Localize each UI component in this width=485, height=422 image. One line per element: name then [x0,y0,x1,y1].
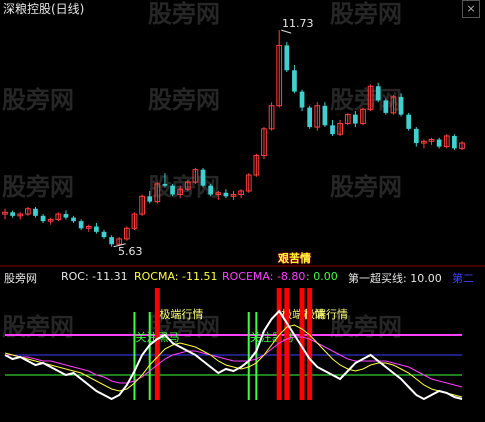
rocema-line [5,336,463,388]
close-icon[interactable]: × [462,0,480,18]
candle-body [94,226,99,232]
candle-body [322,105,328,126]
watermark: 股旁网 [2,313,74,341]
candle-body [383,100,389,113]
candle-body [78,221,84,229]
candle-body [200,169,206,186]
candle-body [398,96,404,115]
rocema-value: ROCEMA: -8.80 [222,270,306,283]
candle-body [307,107,313,128]
candle-body [109,237,114,245]
window-title: 深粮控股(日线) [3,2,85,16]
stock-chart: 股旁网股旁网股旁网股旁网股旁网股旁网股旁网股旁网股旁网股旁网股旁网 关注黑马极端… [0,0,485,401]
candle-body [147,196,153,202]
watermark: 股旁网 [330,173,402,201]
signal-bar-red [307,288,313,400]
signal-bar-green [255,312,258,400]
signal-label: 极端行情 [159,307,203,321]
candle-body [162,183,168,186]
candle-body [223,192,229,197]
candle-body [436,139,442,147]
rocma-value: ROCMA: -11.51 [134,270,218,283]
candle-body [208,185,214,195]
watermark: 股旁网 [148,86,220,114]
candle-body [40,215,46,222]
candle-body [353,114,358,124]
candle-body [330,125,335,135]
signal-bar-green [133,312,136,400]
candle-body [413,128,419,144]
low-price-label: 5.63 [118,245,143,258]
signal-bar-green [247,312,250,400]
signal-bar-red [284,288,290,400]
watermark: 股旁网 [2,86,74,114]
candle-body [452,135,457,149]
candle-body [33,208,38,216]
first-overbought-value: 第一超买线: 10.00 [348,272,442,285]
ref-value: : 0.00 [306,270,338,283]
candle-body [299,91,305,108]
watermark: 股旁网 [330,0,402,28]
high-price-label: 11.73 [282,17,314,30]
candle-body [406,114,412,129]
signal-bar-red [154,288,160,400]
signal-marker-label: 艰苦情 [278,252,311,265]
candle-body [375,86,381,101]
watermark: 股旁网 [148,0,220,28]
candle-body [292,70,297,92]
candle-body [170,185,175,195]
second-overbought-label: 第二 [452,272,474,285]
candle-body [71,217,76,222]
indicator-name: 股旁网 [4,272,37,285]
watermark: 股旁网 [2,173,74,201]
candle-body [101,231,107,238]
candle-body [10,212,15,216]
roc-value: ROC: -11.31 [61,270,128,283]
signal-bar-green [148,312,151,400]
high-pointer [281,29,292,34]
candle-body [63,214,69,218]
candle-body [284,45,290,71]
